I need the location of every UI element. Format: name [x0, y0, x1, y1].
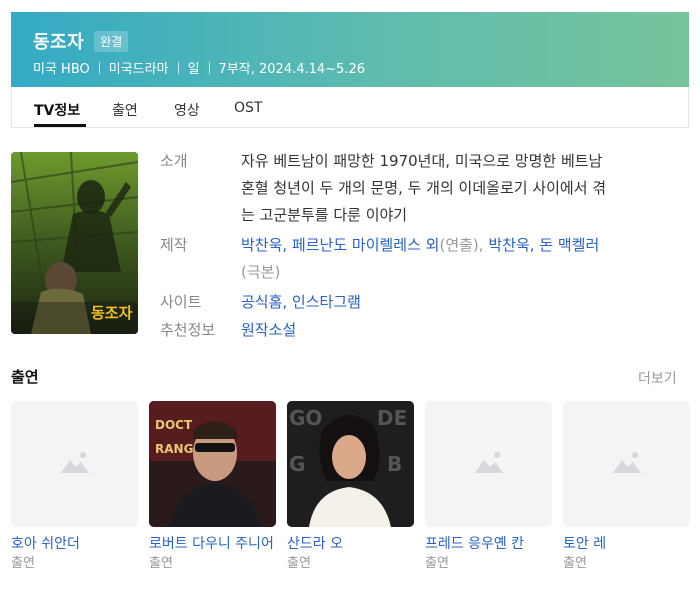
image-placeholder-icon	[61, 452, 89, 473]
poster-title-text: 동조자	[91, 304, 133, 322]
tab-cast[interactable]: 출연	[112, 100, 138, 120]
intro-line: 혼혈 청년이 두 개의 문명, 두 개의 이데올로기 사이에서 겪	[241, 179, 607, 197]
tab-bar: TV정보 출연 영상 OST	[11, 88, 689, 128]
intro-line: 는 고군분투를 다룬 이야기	[241, 206, 408, 224]
active-tab-indicator	[34, 124, 86, 127]
profile-placeholder[interactable]	[425, 401, 552, 527]
cast-role: 출연	[425, 556, 449, 571]
meta-broadcaster: 미국 HBO	[33, 62, 90, 77]
svg-text:DE: DE	[377, 406, 407, 430]
meta-episodes: 7부작, 2024.4.14~5.26	[218, 62, 366, 77]
cast-photo[interactable]: GO G DE B	[287, 401, 414, 527]
director-role: (연출),	[439, 236, 484, 254]
intro-text: 자유 베트남이 패망한 1970년대, 미국으로 망명한 베트남 혼혈 청년이 …	[241, 148, 681, 229]
cast-photo[interactable]: DOCT RANG	[149, 401, 276, 527]
page-title[interactable]: 동조자	[33, 28, 84, 54]
svg-text:B: B	[387, 452, 402, 476]
cast-role: 출연	[11, 556, 35, 571]
divider	[177, 61, 179, 74]
cast-card[interactable]: 호아 쉬안더 출연	[11, 401, 138, 574]
cast-section-title: 출연	[11, 368, 39, 386]
image-placeholder-icon	[613, 452, 641, 473]
cast-card[interactable]: DOCT RANG 로버트 다우니 주니어 출연	[149, 401, 276, 574]
poster-image[interactable]: 동조자	[11, 152, 138, 334]
original-novel-link[interactable]: 원작소설	[241, 321, 296, 339]
cast-name[interactable]: 호아 쉬안더	[11, 534, 138, 554]
intro-label: 소개	[160, 152, 188, 170]
site-label: 사이트	[160, 293, 202, 311]
person-photo: GO G DE B	[287, 401, 414, 527]
site-links[interactable]: 공식홈, 인스타그램	[241, 293, 361, 311]
cast-role: 출연	[149, 556, 173, 571]
tab-tv-info[interactable]: TV정보	[34, 100, 80, 120]
profile-placeholder[interactable]	[563, 401, 690, 527]
intro-line: 자유 베트남이 패망한 1970년대, 미국으로 망명한 베트남	[241, 152, 603, 170]
cast-role: 출연	[563, 556, 587, 571]
svg-text:RANG: RANG	[155, 442, 193, 456]
writer-role: (극본)	[241, 263, 281, 281]
svg-text:DOCT: DOCT	[155, 418, 193, 432]
cast-card[interactable]: 토안 레 출연	[563, 401, 690, 574]
title-banner: 동조자 완결 미국 HBO 미국드라마 일 7부작, 2024.4.14~5.2…	[11, 12, 689, 87]
production-text: 박찬욱, 페르난도 마이렐레스 외(연출), 박찬욱, 돈 맥켈러 (극본)	[241, 232, 681, 286]
cast-role: 출연	[287, 556, 311, 571]
svg-text:GO: GO	[289, 406, 322, 430]
meta-day: 일	[187, 62, 200, 77]
divider	[98, 61, 100, 74]
cast-name[interactable]: 프레드 응우옌 칸	[425, 534, 552, 554]
status-badge: 완결	[94, 30, 129, 52]
cast-card[interactable]: GO G DE B 산드라 오 출연	[287, 401, 414, 574]
image-placeholder-icon	[475, 452, 503, 473]
production-label: 제작	[160, 236, 188, 254]
recommend-label: 추천정보	[160, 321, 216, 339]
more-button[interactable]: 더보기	[638, 368, 677, 388]
cast-name[interactable]: 토안 레	[563, 534, 690, 554]
meta-genre: 미국드라마	[108, 62, 169, 77]
writer-links[interactable]: 박찬욱, 돈 맥켈러	[488, 236, 599, 254]
cast-name[interactable]: 산드라 오	[287, 534, 414, 554]
tab-ost[interactable]: OST	[234, 100, 262, 116]
meta-info: 미국 HBO 미국드라마 일 7부작, 2024.4.14~5.26	[33, 58, 365, 77]
svg-text:G: G	[289, 452, 305, 476]
divider	[208, 61, 210, 74]
profile-placeholder[interactable]	[11, 401, 138, 527]
cast-card[interactable]: 프레드 응우옌 칸 출연	[425, 401, 552, 574]
cast-name[interactable]: 로버트 다우니 주니어	[149, 534, 276, 554]
tab-video[interactable]: 영상	[174, 100, 200, 120]
director-links[interactable]: 박찬욱, 페르난도 마이렐레스 외	[241, 236, 439, 254]
person-photo: DOCT RANG	[149, 401, 276, 527]
